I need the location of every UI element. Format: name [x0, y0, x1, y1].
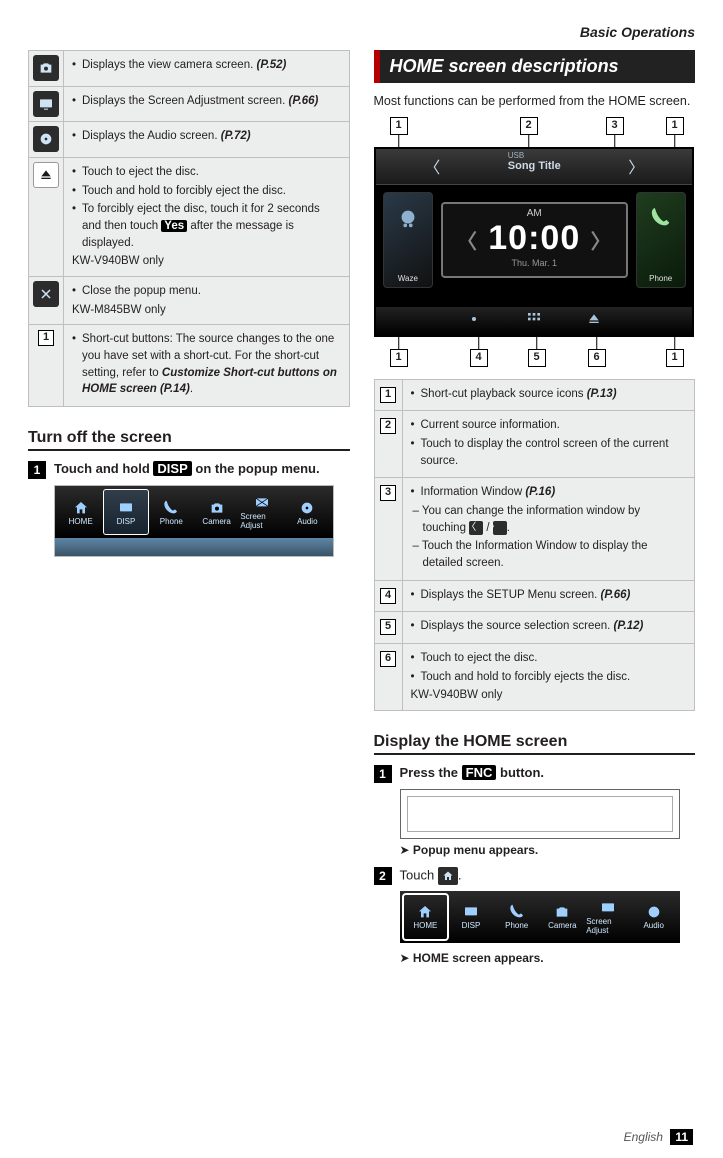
- popup-menu-image: HOME DISP Phone Camera: [54, 485, 334, 557]
- callout-top-4: 1: [666, 117, 684, 135]
- camera-icon: [208, 499, 226, 517]
- row-audio-desc: Displays the Audio screen. (P.72): [64, 122, 350, 158]
- waze-card[interactable]: Waze: [383, 192, 433, 288]
- audio-icon: [298, 499, 316, 517]
- device-top-view: [400, 789, 680, 839]
- phone-button[interactable]: Phone: [495, 895, 539, 939]
- result-popup: ➤ Popup menu appears.: [400, 843, 696, 857]
- song-title: Song Title: [508, 160, 561, 172]
- audio-button[interactable]: Audio: [632, 895, 676, 939]
- callout-bot-4: 6: [588, 349, 606, 367]
- popup-items-table: Displays the view camera screen. (P.52): [28, 50, 350, 407]
- source-select-icon[interactable]: [526, 311, 542, 330]
- phone-button[interactable]: Phone: [150, 490, 193, 534]
- page-number: 11: [670, 1129, 693, 1145]
- camera-button[interactable]: Camera: [195, 490, 238, 534]
- disp-icon: [117, 499, 135, 517]
- chevron-right-icon: 〉: [493, 521, 507, 535]
- next-icon[interactable]: 〉: [628, 154, 644, 178]
- home-button[interactable]: HOME: [404, 895, 448, 939]
- screen-adjust-button[interactable]: Screen Adjust: [240, 490, 283, 534]
- screen-adjust-icon: [253, 494, 271, 512]
- disp-button[interactable]: DISP: [104, 490, 147, 534]
- row-close-desc: Close the popup menu. KW-M845BW only: [64, 277, 350, 325]
- home-mock-wrap: 1 2 3 1 1 4 5 6 1 〈 USB Song Title: [374, 117, 696, 367]
- step-turn-off: 1 Touch and hold DISP on the popup menu.: [28, 461, 350, 479]
- ampm-label: AM: [457, 208, 612, 219]
- disp-button[interactable]: DISP: [449, 895, 493, 939]
- home-bottom-bar: [376, 307, 692, 335]
- clock-date: Thu. Mar. 1: [457, 258, 612, 268]
- yes-button-label: Yes: [161, 220, 187, 232]
- now-playing-strip[interactable]: 〈 USB Song Title 〉: [376, 149, 692, 185]
- eject-icon[interactable]: [586, 311, 602, 330]
- callout-num-2: 2: [380, 418, 396, 434]
- home-descriptions-heading: HOME screen descriptions: [374, 50, 696, 83]
- callout-bot-5: 1: [666, 349, 684, 367]
- running-header: Basic Operations: [28, 24, 695, 40]
- home-intro: Most functions can be performed from the…: [374, 93, 696, 111]
- home-button[interactable]: HOME: [59, 490, 102, 534]
- clock-time: 10:00: [488, 219, 580, 257]
- callout-num-4: 4: [380, 588, 396, 604]
- screen-adjust-button[interactable]: Screen Adjust: [586, 895, 630, 939]
- callout-top-3: 3: [606, 117, 624, 135]
- source-label: USB: [508, 151, 524, 160]
- phone-icon: [162, 499, 180, 517]
- callout-num-1: 1: [380, 387, 396, 403]
- display-home-heading: Display the HOME screen: [374, 733, 696, 755]
- home-icon: [416, 903, 434, 921]
- callout-bot-2: 4: [470, 349, 488, 367]
- row-eject-desc: Touch to eject the disc. Touch and hold …: [64, 158, 350, 277]
- step-number: 1: [28, 461, 46, 479]
- step-number: 1: [374, 765, 392, 783]
- eject-icon: [33, 162, 59, 188]
- home-icon: [72, 499, 90, 517]
- audio-icon: [33, 126, 59, 152]
- row-camera-desc: Displays the view camera screen. (P.52): [64, 51, 350, 87]
- callout-bot-3: 5: [528, 349, 546, 367]
- callout-top-1: 1: [390, 117, 408, 135]
- callout-num-3: 3: [380, 485, 396, 501]
- row-screenadjust-desc: Displays the Screen Adjustment screen. (…: [64, 86, 350, 122]
- result-home: ➤ HOME screen appears.: [400, 951, 696, 965]
- turn-off-heading: Turn off the screen: [28, 429, 350, 451]
- callout-top-2: 2: [520, 117, 538, 135]
- chevron-left-icon: 〈: [469, 521, 483, 535]
- callout-num-6: 6: [380, 651, 396, 667]
- right-column: HOME screen descriptions Most functions …: [374, 50, 696, 975]
- camera-button[interactable]: Camera: [541, 895, 585, 939]
- setup-icon[interactable]: [466, 311, 482, 330]
- screen-adjust-icon: [33, 91, 59, 117]
- page-footer: English 11: [624, 1130, 693, 1144]
- audio-button[interactable]: Audio: [286, 490, 329, 534]
- home-screen-mock: 〈 USB Song Title 〉 Waze AM: [374, 147, 694, 337]
- left-column: Displays the view camera screen. (P.52): [28, 50, 350, 975]
- step-touch-home: 2 Touch .: [374, 867, 696, 885]
- step-number: 2: [374, 867, 392, 885]
- callout-num-5: 5: [380, 619, 396, 635]
- one-box-icon: 1: [38, 330, 54, 346]
- info-window[interactable]: AM 〈 10:00 〉 Thu. Mar. 1: [441, 202, 628, 278]
- prev-icon[interactable]: 〈: [424, 154, 440, 178]
- home-icon: [438, 867, 458, 885]
- fnc-label: FNC: [462, 765, 497, 780]
- row-shortcut-desc: Short-cut buttons: The source changes to…: [64, 325, 350, 407]
- phone-card[interactable]: Phone: [636, 192, 686, 288]
- disp-label: DISP: [153, 461, 191, 476]
- camera-icon: [33, 55, 59, 81]
- popup-menu-2: HOME DISP Phone Camera Screen Adjust: [400, 891, 680, 943]
- step-press-fnc: 1 Press the FNC button.: [374, 765, 696, 783]
- close-icon: [33, 281, 59, 307]
- callout-bot-1: 1: [390, 349, 408, 367]
- home-callout-table: 1 Short-cut playback source icons (P.13)…: [374, 379, 696, 711]
- popup-menu: HOME DISP Phone Camera: [55, 486, 333, 538]
